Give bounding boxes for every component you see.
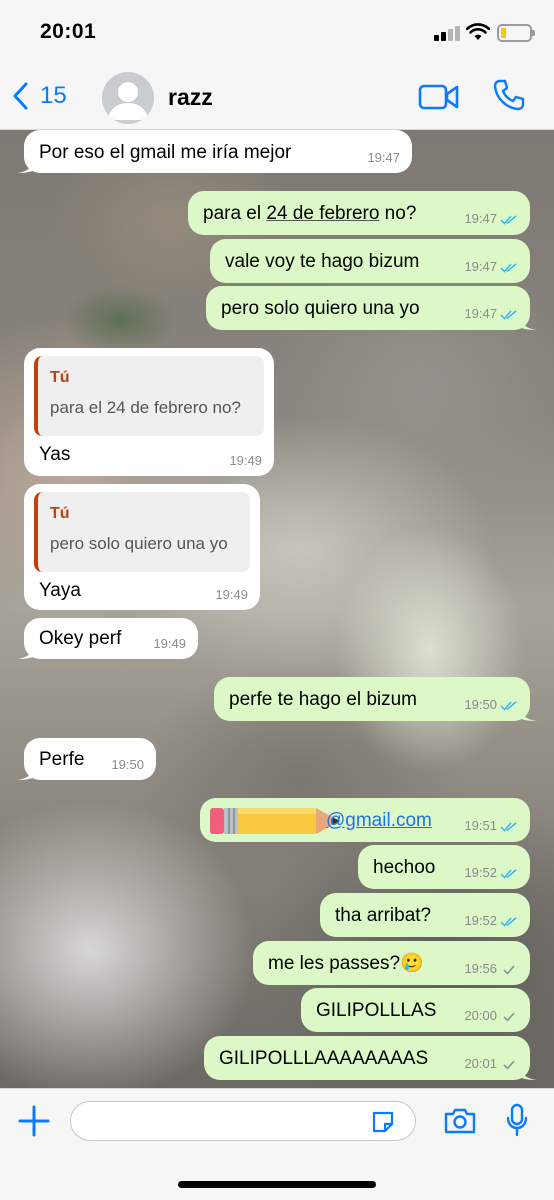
double-check-read-icon: [500, 869, 517, 879]
message-time: 19:47: [464, 211, 497, 227]
message-meta: 19:47: [464, 211, 518, 227]
message-time: 19:49: [215, 587, 248, 603]
message-meta: 20:01: [464, 1056, 518, 1072]
message-bubble-incoming[interactable]: Okey perf 19:49: [17, 618, 198, 659]
message-bubble-incoming[interactable]: Perfe 19:50: [17, 738, 156, 780]
message-time: 19:56: [464, 961, 497, 977]
microphone-icon[interactable]: [506, 1103, 528, 1137]
message-text: Por eso el gmail me iría mejor: [39, 142, 292, 163]
message-input-bar: [0, 1088, 554, 1200]
message-bubble-outgoing[interactable]: pero solo quiero una yo 19:47: [206, 286, 537, 330]
double-check-read-icon: [500, 917, 517, 927]
message-meta: 20:00: [464, 1008, 518, 1024]
message-bubble-outgoing[interactable]: tha arribat? 19:52: [320, 893, 530, 937]
bubble-tail: [17, 766, 35, 780]
message-time: 19:47: [464, 259, 497, 275]
single-check-sent-icon: [503, 1012, 515, 1022]
message-text: Yaya: [39, 580, 81, 601]
message-text: hechoo: [373, 857, 436, 878]
message-meta: 19:52: [464, 865, 518, 881]
chat-area: Por eso el gmail me iría mejor 19:47 par…: [0, 130, 554, 1088]
message-text: GILIPOLLLAAAAAAAAS: [219, 1048, 429, 1069]
email-link[interactable]: @gmail.com: [326, 810, 432, 833]
double-check-read-icon: [500, 263, 517, 273]
single-check-sent-icon: [503, 965, 515, 975]
message-time: 20:01: [464, 1056, 497, 1072]
message-bubble-outgoing[interactable]: me les passes?🥲 19:56: [253, 941, 530, 985]
message-meta: 19:52: [464, 913, 518, 929]
message-time: 19:51: [464, 818, 497, 834]
bubble-tail: [17, 645, 35, 659]
home-indicator: [178, 1181, 376, 1188]
message-time: 19:49: [153, 636, 186, 652]
message-time: 19:50: [464, 697, 497, 713]
message-text: Okey perf: [39, 628, 122, 649]
message-bubble-outgoing[interactable]: GILIPOLLLAS 20:00: [301, 988, 530, 1032]
chat-header: 15 razz: [0, 64, 554, 130]
video-call-icon[interactable]: [418, 82, 460, 112]
message-time: 19:49: [229, 453, 262, 469]
message-text: para el 24 de febrero no?: [203, 203, 417, 224]
message-text: me les passes?🥲: [268, 953, 424, 974]
message-text: pero solo quiero una yo: [221, 298, 420, 319]
message-meta: 19:47: [464, 259, 518, 275]
wifi-icon: [466, 23, 490, 40]
message-bubble-reply[interactable]: Tú para el 24 de febrero no? Yas 19:49: [24, 348, 274, 476]
quoted-message[interactable]: Tú pero solo quiero una yo: [34, 492, 250, 572]
message-time: 19:52: [464, 865, 497, 881]
double-check-read-icon: [500, 701, 517, 711]
message-meta: 19:50: [464, 697, 518, 713]
camera-icon[interactable]: [443, 1107, 477, 1135]
message-text: GILIPOLLLAS: [316, 1000, 437, 1021]
bubble-tail: [519, 316, 537, 330]
bubble-tail: [519, 707, 537, 721]
message-bubble-outgoing[interactable]: para el 24 de febrero no? 19:47: [188, 191, 530, 235]
message-bubble-outgoing[interactable]: hechoo 19:52: [358, 845, 530, 889]
message-bubble-outgoing[interactable]: @gmail.com 19:51: [200, 798, 530, 842]
status-time: 20:01: [40, 20, 97, 43]
quote-text: para el 24 de febrero no?: [50, 398, 241, 417]
status-bar: 20:01: [0, 0, 554, 64]
message-bubble-outgoing[interactable]: vale voy te hago bizum 19:47: [210, 239, 530, 283]
default-avatar-icon: [108, 82, 148, 120]
sticker-icon[interactable]: [370, 1109, 396, 1135]
message-text: tha arribat?: [335, 905, 432, 926]
message-text: perfe te hago el bizum: [229, 689, 418, 710]
contact-name[interactable]: razz: [168, 84, 213, 111]
quote-author: Tú: [50, 369, 70, 386]
message-bubble-reply[interactable]: Tú pero solo quiero una yo Yaya 19:49: [24, 484, 260, 610]
message-bubble-outgoing[interactable]: GILIPOLLLAAAAAAAAS 20:01: [204, 1036, 537, 1080]
message-bubble-outgoing[interactable]: perfe te hago el bizum 19:50: [214, 677, 537, 721]
message-text: Perfe: [39, 749, 85, 770]
battery-icon: [497, 24, 535, 42]
message-meta: 19:47: [464, 306, 518, 322]
chevron-left-icon: [13, 82, 28, 110]
phone-call-icon[interactable]: [492, 78, 526, 112]
message-time: 19:52: [464, 913, 497, 929]
quote-text: pero solo quiero una yo: [50, 534, 228, 553]
message-text: vale voy te hago bizum: [225, 251, 420, 272]
contact-avatar[interactable]: [102, 72, 154, 124]
message-meta: 19:56: [464, 961, 518, 977]
message-text: Yas: [39, 444, 71, 465]
message-input[interactable]: [70, 1101, 416, 1141]
cellular-signal-icon: [434, 25, 462, 41]
message-time: 20:00: [464, 1008, 497, 1024]
message-bubble-incoming[interactable]: Por eso el gmail me iría mejor 19:47: [17, 130, 412, 173]
double-check-read-icon: [500, 822, 517, 832]
bubble-tail: [17, 159, 35, 173]
quoted-message[interactable]: Tú para el 24 de febrero no?: [34, 356, 264, 436]
message-time: 19:47: [464, 306, 497, 322]
quote-author: Tú: [50, 505, 70, 522]
double-check-read-icon: [500, 215, 517, 225]
message-meta: 19:51: [464, 818, 518, 834]
single-check-sent-icon: [503, 1060, 515, 1070]
bubble-tail: [519, 1066, 537, 1080]
message-time: 19:50: [111, 757, 144, 773]
message-time: 19:47: [367, 150, 400, 166]
plus-icon[interactable]: [18, 1105, 50, 1137]
double-check-read-icon: [500, 310, 517, 320]
unread-count: 15: [40, 82, 67, 109]
back-button[interactable]: 15: [10, 78, 67, 114]
